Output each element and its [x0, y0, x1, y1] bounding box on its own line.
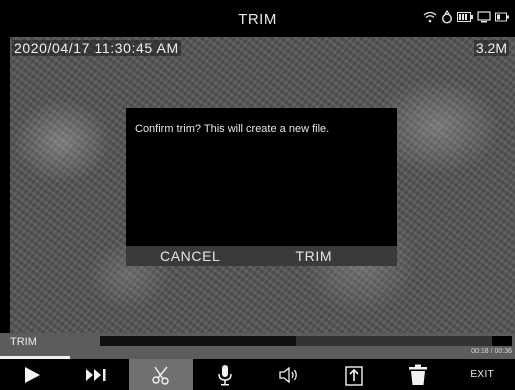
- microphone-button[interactable]: [193, 359, 257, 390]
- play-icon: [23, 366, 41, 384]
- dialog-message: Confirm trim? This will create a new fil…: [135, 123, 330, 135]
- top-bar: TRIM: [0, 0, 515, 37]
- screen: TRIM 2020/04/17 11:30:45 AM 3.2M Confirm…: [0, 0, 515, 390]
- cancel-button[interactable]: CANCEL: [126, 246, 262, 266]
- microphone-icon: [217, 364, 233, 386]
- resolution-overlay: 3.2M: [473, 40, 509, 56]
- trash-icon: [408, 364, 428, 386]
- trim-progress: [100, 336, 296, 346]
- exit-button[interactable]: EXIT: [450, 359, 514, 390]
- bottom-toolbar: EXIT: [0, 359, 515, 390]
- play-button[interactable]: [0, 359, 64, 390]
- delete-button[interactable]: [386, 359, 450, 390]
- power-icon: [495, 12, 509, 22]
- wifi-icon: [423, 11, 437, 23]
- volume-button[interactable]: [257, 359, 321, 390]
- trim-bar: TRIM 00:18 / 00:36: [0, 333, 515, 359]
- confirm-trim-dialog: Confirm trim? This will create a new fil…: [126, 108, 397, 266]
- speaker-icon: [278, 365, 300, 385]
- dialog-button-bar: CANCEL TRIM: [126, 246, 397, 266]
- ring-icon: [441, 10, 453, 24]
- skip-forward-button[interactable]: [64, 359, 128, 390]
- export-button[interactable]: [321, 359, 385, 390]
- timestamp-overlay: 2020/04/17 11:30:45 AM: [12, 40, 181, 56]
- trim-tool-button[interactable]: [128, 359, 193, 390]
- time-readout: 00:18 / 00:36: [471, 348, 512, 355]
- feed-edge: [0, 37, 10, 335]
- trim-label: TRIM: [10, 336, 37, 348]
- exit-label: EXIT: [470, 369, 495, 380]
- monitor-icon: [477, 11, 491, 23]
- export-icon: [344, 364, 363, 386]
- battery-icon: [457, 12, 473, 22]
- skip-forward-icon: [85, 368, 107, 382]
- status-icons: [423, 10, 509, 24]
- trim-track-end: [492, 336, 512, 346]
- confirm-trim-button[interactable]: TRIM: [262, 246, 398, 266]
- scissors-icon: [151, 365, 171, 385]
